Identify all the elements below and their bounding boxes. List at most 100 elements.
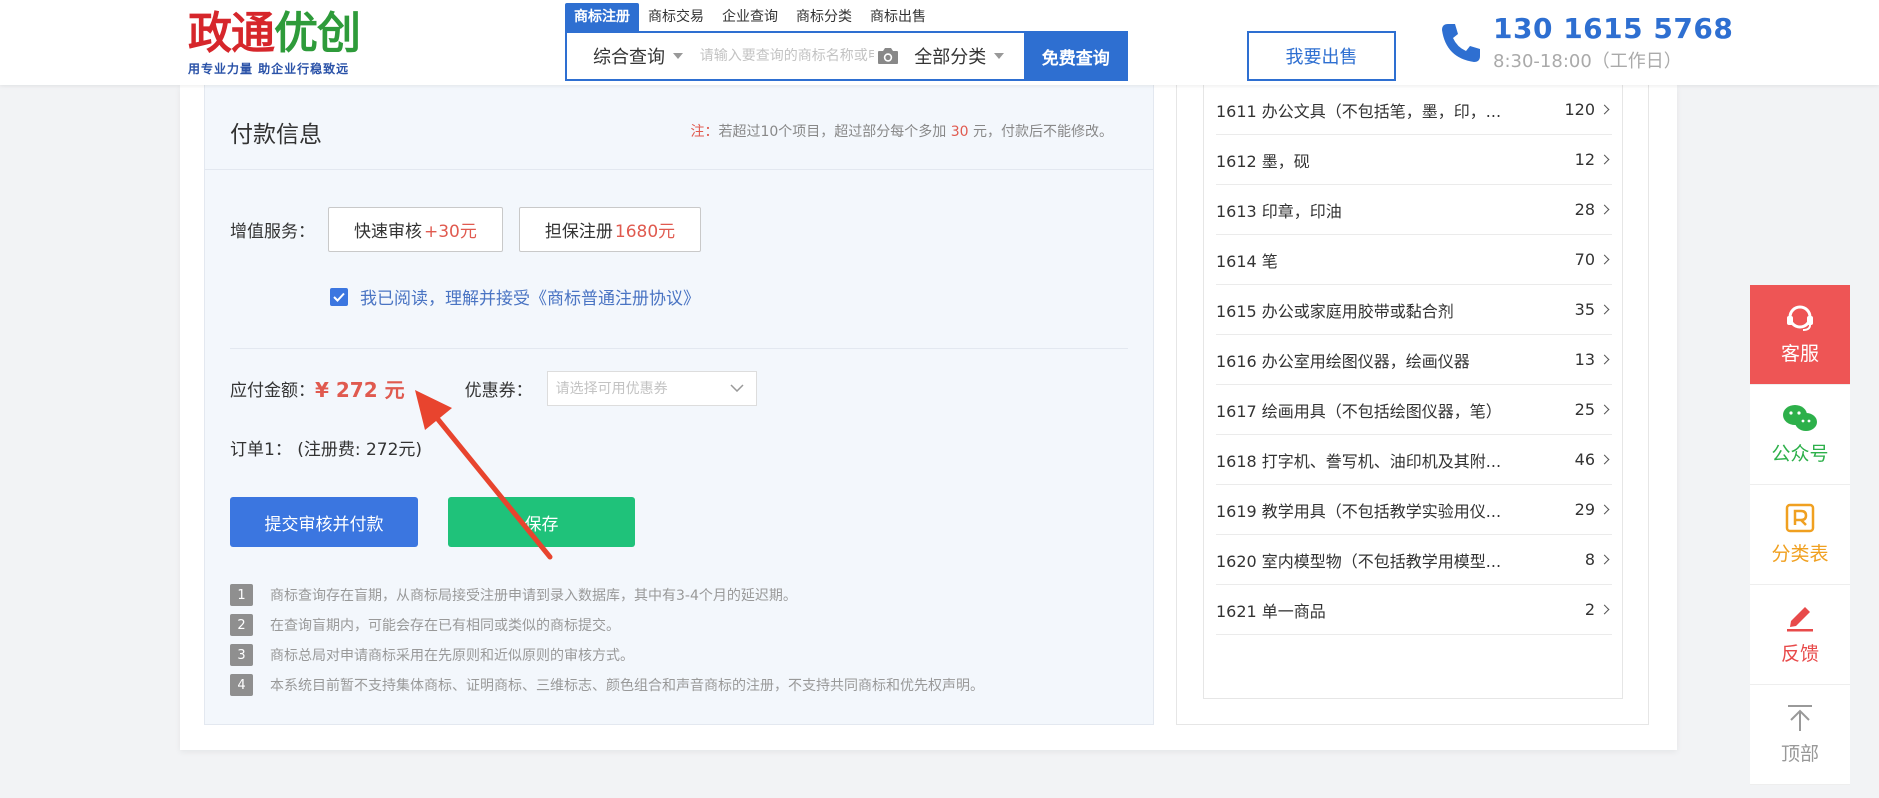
agreement-link[interactable]: 我已阅读，理解并接受《商标普通注册协议》 [360,284,700,309]
logo-slogan: 用专业力量 助企业行稳致远 [188,62,350,76]
chevron-right-icon [1599,104,1610,115]
guarantee-register-label: 担保注册 [544,222,613,242]
fast-review-price: +30元 [424,222,477,242]
category-name: 1620 室内模型物（不包括教学用模型... [1216,551,1502,571]
site-logo[interactable]: 政通优创 用专业力量 助企业行稳致远 [188,8,361,77]
note-prefix: 注： [690,124,719,140]
count-value: 29 [1574,500,1595,519]
chevron-right-icon [1599,454,1610,465]
search-input[interactable] [691,48,874,64]
list-item[interactable]: 1618 打字机、誊写机、油印机及其附... 46 [1216,435,1612,485]
list-item[interactable]: 1615 办公或家庭用胶带或黏合剂 35 [1216,285,1612,335]
count-value: 13 [1574,350,1595,369]
agreement-row: 我已阅读，理解并接受《商标普通注册协议》 [330,284,700,309]
list-item[interactable]: 1611 办公文具（不包括笔，墨，印，... 120 [1216,85,1612,135]
category-count: 2 [1585,600,1612,619]
tip-number: 1 [230,584,253,606]
headset-icon [1787,305,1813,331]
guarantee-register-button[interactable]: 担保注册 1680元 [518,207,702,252]
list-item[interactable]: 1621 单一商品 2 [1216,585,1612,635]
divider [230,348,1128,349]
category-name: 1616 办公室用绘图仪器，绘画仪器 [1216,351,1470,371]
category-name: 1612 墨，砚 [1216,151,1310,171]
search-category-label: 全部分类 [914,47,987,68]
chevron-right-icon [1599,154,1610,165]
search-type-select[interactable]: 综合查询 [567,43,692,69]
sell-button[interactable]: 我要出售 [1247,31,1396,81]
payment-title: 付款信息 [230,122,322,148]
count-value: 2 [1584,600,1595,619]
tip-number: 2 [230,614,253,636]
checkmark-icon [333,292,345,302]
sidebar-label: 客服 [1780,343,1819,365]
list-item[interactable]: 1616 办公室用绘图仪器，绘画仪器 13 [1216,335,1612,385]
save-button[interactable]: 保存 [448,497,635,547]
camera-icon[interactable] [874,45,903,67]
sidebar-label: 公众号 [1771,443,1829,465]
chevron-down-icon [730,384,744,392]
submit-pay-button[interactable]: 提交审核并付款 [230,497,418,547]
tip-number: 4 [230,674,253,696]
tip-text: 商标查询存在盲期，从商标局接受注册申请到录入数据库，其中有3-4个月的延迟期。 [270,588,797,604]
fast-review-button[interactable]: 快速审核 +30元 [328,207,503,252]
payment-note: 注：若超过10个项目，超过部分每个多加 30 元，付款后不能修改。 [690,121,1113,141]
wechat-icon [1783,405,1817,431]
sidebar-item-service[interactable]: 客服 [1750,285,1850,385]
amount-row: 应付金额： ¥ 272 元 优惠券： 请选择可用优惠券 [230,370,757,406]
tips-list: 1 商标查询存在盲期，从商标局接受注册申请到录入数据库，其中有3-4个月的延迟期。… [230,580,984,700]
contact-hours: 8:30-18:00（工作日） [1493,51,1682,72]
count-value: 70 [1574,250,1595,269]
search-button[interactable]: 免费查询 [1023,31,1128,81]
search-tabs: 商标注册 商标交易 企业查询 商标分类 商标出售 [565,3,1128,31]
note-text2: 元，付款后不能修改。 [968,124,1113,140]
search-type-label: 综合查询 [593,47,665,68]
registered-r-icon [1785,503,1815,533]
tab-trademark-trade[interactable]: 商标交易 [639,3,713,31]
agreement-checkbox[interactable] [330,287,348,306]
chevron-right-icon [1599,404,1610,415]
sidebar-item-back-to-top[interactable]: 顶部 [1750,685,1850,785]
chevron-right-icon [1599,254,1610,265]
list-item[interactable]: 1614 笔 70 [1216,235,1612,285]
search-box: 综合查询 全部分类 免费查询 [565,31,1128,81]
sidebar-label: 顶部 [1780,743,1819,765]
category-name: 1617 绘画用具（不包括绘图仪器，笔） [1216,401,1502,421]
tip-text: 在查询盲期内，可能会存在已有相同或类似的商标提交。 [270,618,620,634]
value-added-services: 增值服务： 快速审核 +30元 担保注册 1680元 [230,207,717,252]
sidebar-item-category-table[interactable]: 分类表 [1750,485,1850,585]
tip-text: 本系统目前暂不支持集体商标、证明商标、三维标志、颜色组合和声音商标的注册，不支持… [270,678,984,694]
category-count: 120 [1564,100,1612,119]
list-item[interactable]: 1612 墨，砚 12 [1216,135,1612,185]
category-name: 1621 单一商品 [1216,601,1326,621]
tab-trademark-class[interactable]: 商标分类 [787,3,861,31]
count-value: 120 [1564,100,1595,119]
coupon-select[interactable]: 请选择可用优惠券 [546,370,757,406]
sidebar-item-wechat[interactable]: 公众号 [1750,385,1850,485]
chevron-right-icon [1599,554,1610,565]
payment-header: 付款信息 注：若超过10个项目，超过部分每个多加 30 元，付款后不能修改。 [205,85,1153,170]
category-count: 35 [1575,300,1612,319]
list-item[interactable]: 1617 绘画用具（不包括绘图仪器，笔） 25 [1216,385,1612,435]
tab-trademark-sale[interactable]: 商标出售 [861,3,935,31]
list-item[interactable]: 1619 教学用具（不包括教学实验用仪... 29 [1216,485,1612,535]
sidebar-item-feedback[interactable]: 反馈 [1750,585,1850,685]
edit-pen-icon [1787,607,1813,632]
logo-title-part1: 政通 [188,8,275,59]
tab-trademark-register[interactable]: 商标注册 [565,3,639,31]
logo-title: 政通优创 [188,8,361,59]
tab-company-query[interactable]: 企业查询 [713,3,787,31]
list-item[interactable]: 1613 印章，印油 28 [1216,185,1612,235]
category-count: 12 [1575,150,1612,169]
coupon-placeholder: 请选择可用优惠券 [555,381,668,397]
count-value: 8 [1584,550,1595,569]
site-header: 政通优创 用专业力量 助企业行稳致远 商标注册 商标交易 企业查询 商标分类 商… [0,0,1879,85]
category-count: 13 [1575,350,1612,369]
search-category-select[interactable]: 全部分类 [914,43,1023,69]
category-count: 70 [1575,250,1612,269]
tip-item: 4 本系统目前暂不支持集体商标、证明商标、三维标志、颜色组合和声音商标的注册，不支… [230,670,984,700]
category-name: 1614 笔 [1216,251,1278,271]
search-block: 商标注册 商标交易 企业查询 商标分类 商标出售 综合查询 全部分类 免费查询 [565,3,1128,81]
list-item[interactable]: 1620 室内模型物（不包括教学用模型... 8 [1216,535,1612,585]
contact-phone: 130 1615 5768 [1493,12,1734,45]
sidebar-label: 分类表 [1771,543,1829,565]
